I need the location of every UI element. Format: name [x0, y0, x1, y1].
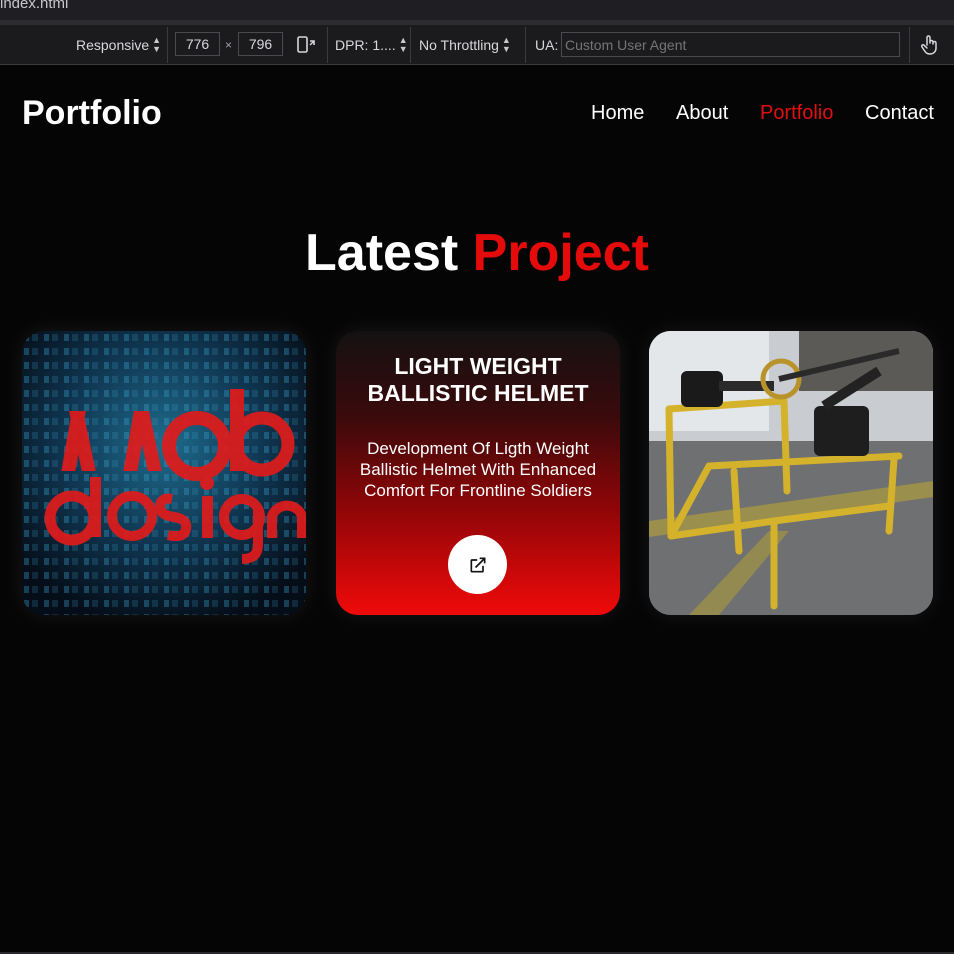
toolbar-divider — [327, 27, 328, 63]
external-link-icon — [470, 557, 485, 572]
site-logo[interactable]: Portfolio — [22, 94, 162, 133]
user-agent-input[interactable] — [561, 32, 900, 57]
dpr-select[interactable]: DPR: 1.... ▲ ▼ — [335, 25, 408, 65]
toolbar-divider — [167, 27, 168, 63]
height-input[interactable]: 796 — [238, 32, 283, 56]
throttling-select-label: No Throttling — [419, 37, 499, 53]
nav-link-contact[interactable]: Contact — [865, 102, 934, 125]
toolbar-divider — [525, 27, 526, 63]
devtools-responsive-toolbar: Responsive ▲ ▼ 776 × 796 DPR: 1.... ▲ ▼ No… — [0, 25, 954, 65]
project-card-web-design[interactable] — [22, 331, 306, 615]
nav-link-about[interactable]: About — [676, 102, 728, 125]
touch-simulation-button[interactable] — [920, 25, 940, 65]
browser-tab-strip: index.html — [0, 0, 954, 20]
machine-photo — [649, 331, 933, 615]
throttling-select[interactable]: No Throttling ▲ ▼ — [419, 25, 511, 65]
touch-hand-icon — [921, 35, 937, 55]
width-input[interactable]: 776 — [175, 32, 220, 56]
nav-link-portfolio[interactable]: Portfolio — [760, 102, 833, 125]
heading-main: Latest — [305, 224, 459, 282]
rotate-device-button[interactable] — [296, 25, 318, 65]
toolbar-divider — [909, 27, 910, 63]
ua-label: UA: — [535, 37, 559, 53]
toolbar-divider — [410, 27, 411, 63]
device-select[interactable]: Responsive ▲ ▼ — [76, 25, 161, 65]
heading-accent: Project — [472, 224, 649, 282]
select-arrows-icon: ▲ ▼ — [501, 35, 511, 54]
select-arrows-icon: ▲ ▼ — [152, 35, 162, 54]
nav-link-home[interactable]: Home — [591, 102, 644, 125]
web-design-image — [22, 331, 306, 615]
device-select-label: Responsive — [76, 37, 150, 53]
browser-tab-title[interactable]: index.html — [0, 0, 68, 12]
project-title: LIGHT WEIGHT BALLISTIC HELMET — [367, 353, 589, 406]
select-arrows-icon: ▲ ▼ — [398, 35, 408, 54]
portfolio-page: Portfolio Home About Portfolio Contact L… — [0, 66, 954, 952]
dimension-separator: × — [225, 38, 233, 52]
project-link-button[interactable] — [448, 535, 507, 594]
project-card-ballistic-helmet: LIGHT WEIGHT BALLISTIC HELMET Developmen… — [336, 331, 620, 615]
rotate-icon — [297, 36, 315, 53]
dpr-select-label: DPR: 1.... — [335, 37, 396, 53]
project-description: Development Of Ligth Weight Ballistic He… — [359, 439, 597, 500]
project-card-machine[interactable] — [649, 331, 933, 615]
section-heading: Latest Project — [0, 223, 954, 283]
